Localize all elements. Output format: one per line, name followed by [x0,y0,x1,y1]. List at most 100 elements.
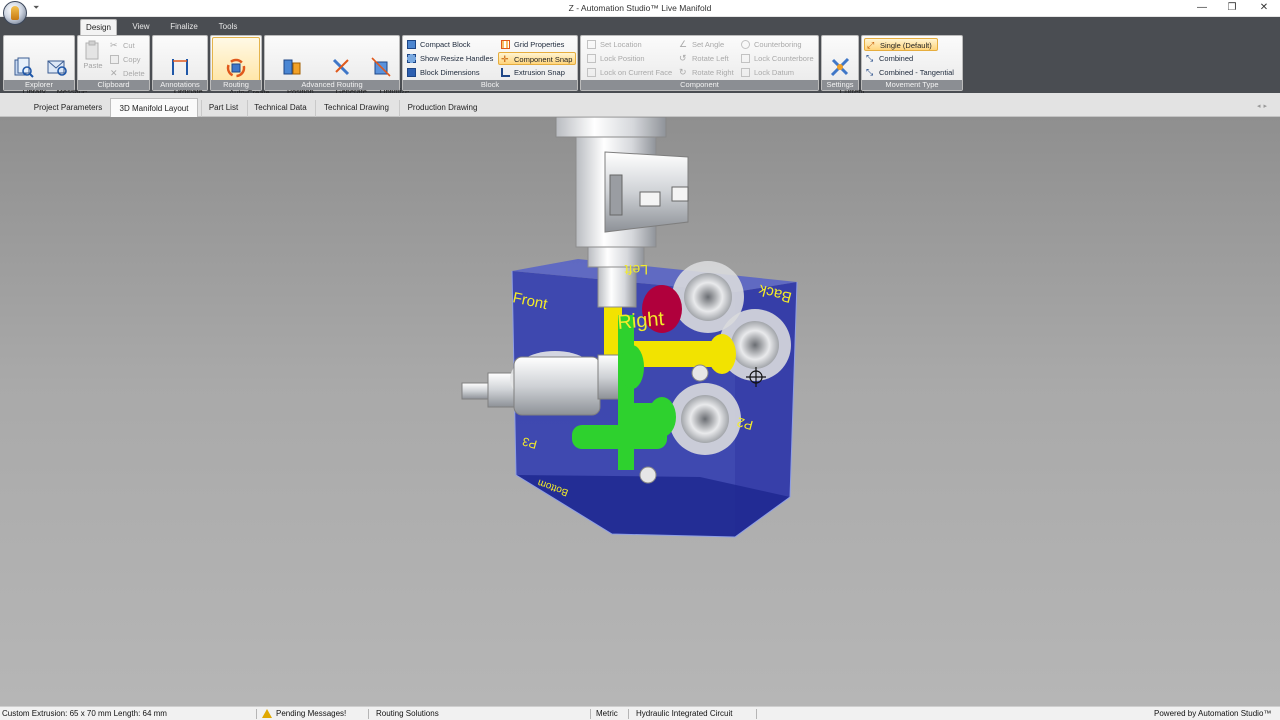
3d-viewport[interactable]: Front Left Right Back P2 P3 Bottom [0,117,1280,706]
ribbon: Library Explorer Message Explorer Explor… [0,35,1280,105]
counterboring-icon [741,40,750,49]
generate-channels-button[interactable]: Generate Channels ▾ [319,37,367,104]
block-dimensions-icon [407,68,416,77]
delete-icon: ✕ [110,68,118,78]
show-resize-handles-button[interactable]: Show Resize Handles [405,52,493,65]
paste-label: Paste [83,61,103,70]
single-default-option[interactable]: ⤢ Single (Default) [864,38,938,51]
component-snap-label: Component Snap [514,55,573,64]
back-port-low[interactable] [669,383,741,455]
group-caption-explorer: Explorer [4,80,74,90]
extrusion-snap-button[interactable]: Extrusion Snap [499,66,565,79]
block-dimensions-button[interactable]: Block Dimensions [405,66,480,79]
auto-create-block-button[interactable]: Auto-Create Block [212,37,270,105]
title-bar: ⏷ Z - Automation Studio™ Live Manifold —… [0,0,1280,17]
component-snap-button[interactable]: ✛ Component Snap [498,52,576,65]
paste-button[interactable]: Paste [80,37,106,82]
set-location-icon [587,40,596,49]
tab-scroll-arrows[interactable]: ◂▸ [1257,102,1270,110]
minimize-button[interactable]: — [1187,0,1217,16]
component-snap-icon: ✛ [501,54,509,64]
lock-datum-button[interactable]: Lock Datum [739,66,794,79]
lock-counterbore-label: Lock Counterbore [754,54,814,63]
set-location-label: Set Location [600,40,642,49]
cut-button[interactable]: ✂ Cut [108,39,135,52]
document-tab-bar: Project Parameters 3D Manifold Layout Pa… [0,93,1280,117]
block-dimensions-label: Block Dimensions [420,68,480,77]
tab-design[interactable]: Design [80,19,117,35]
set-location-button[interactable]: Set Location [585,38,642,51]
lock-counterbore-button[interactable]: Lock Counterbore [739,52,814,65]
combined-movement-icon: ⤡ [866,53,874,63]
tab-technical-drawing[interactable]: Technical Drawing [315,100,397,117]
rotate-right-button[interactable]: ↻ Rotate Right [677,66,734,79]
ordinate-dimensions-button[interactable]: Ordinate Dimensions ▾ [154,37,206,104]
combined-option[interactable]: ⤡ Combined [864,52,913,65]
tab-technical-data[interactable]: Technical Data [247,100,313,117]
compact-block-label: Compact Block [420,40,471,49]
tab-part-list[interactable]: Part List [201,100,245,117]
copy-icon [110,55,119,64]
group-caption-block: Block [403,80,577,90]
rotate-right-label: Rotate Right [692,68,734,77]
current-options-button[interactable]: Current Options [823,37,865,104]
cut-label: Cut [123,41,135,50]
grid-properties-button[interactable]: Grid Properties [499,38,564,51]
group-component: Set Location Lock Position Lock on Curre… [580,35,819,91]
extrusion-snap-label: Extrusion Snap [514,68,565,77]
lock-current-face-button[interactable]: Lock on Current Face [585,66,672,79]
lock-position-button[interactable]: Lock Position [585,52,645,65]
lock-datum-label: Lock Datum [754,68,795,77]
lock-position-icon [587,54,596,63]
rotate-left-icon: ↺ [679,53,687,63]
copy-button[interactable]: Copy [108,53,141,66]
routing-solutions[interactable]: Routing Solutions [376,707,439,720]
lock-datum-icon [741,68,750,77]
optimize-block-button[interactable]: Optimize Block ▾ [363,37,409,104]
face-label-right: Right [617,308,666,334]
message-icon [47,60,67,76]
message-explorer-button[interactable]: Message Explorer [40,37,87,104]
app-logo-icon[interactable] [3,1,27,25]
manifold-3d-scene[interactable]: Front Left Right Back P2 P3 Bottom [0,117,1280,706]
warning-icon [262,709,272,718]
delete-label: Delete [123,69,145,78]
lock-position-label: Lock Position [600,54,645,63]
status-extrusion: Custom Extrusion: 65 x 70 mm Length: 64 … [2,709,167,718]
group-caption-settings: Settings [822,80,858,90]
resize-handles-icon [407,54,416,63]
maximize-button[interactable]: ❐ [1217,0,1247,16]
group-caption-component: Component [581,80,818,90]
tab-view[interactable]: View [125,19,157,35]
counterboring-label: Counterboring [754,40,802,49]
counterboring-button[interactable]: Counterboring [739,38,802,51]
rotate-left-button[interactable]: ↺ Rotate Left [677,52,729,65]
group-caption-clipboard: Clipboard [78,80,149,90]
tab-3d-manifold-layout[interactable]: 3D Manifold Layout [110,98,198,117]
compact-block-button[interactable]: Compact Block [405,38,470,51]
tab-production-drawing[interactable]: Production Drawing [399,100,485,117]
status-bar: Custom Extrusion: 65 x 70 mm Length: 64 … [0,706,1280,720]
delete-button[interactable]: ✕ Delete [108,67,145,80]
ribbon-tab-bar: Design View Finalize Tools [0,17,1280,35]
group-block: Compact Block Show Resize Handles Block … [402,35,578,91]
group-routing: Auto-Create Block Routing [210,35,270,105]
library-icon [14,57,34,78]
group-clipboard: Paste ✂ Cut Copy ✕ Delete Clipboard [77,35,150,91]
set-angle-button[interactable]: ∠ Set Angle [677,38,724,51]
set-angle-icon: ∠ [679,39,688,49]
pending-messages-label: Pending Messages! [276,709,347,718]
tab-finalize[interactable]: Finalize [165,19,203,35]
position-components-button[interactable]: Position Components ▾ [266,37,318,104]
library-explorer-button[interactable]: Library Explorer [6,37,46,104]
combined-tangential-option[interactable]: ⤡ Combined - Tangential [864,66,954,79]
copy-label: Copy [123,55,141,64]
extrusion-snap-icon [501,68,510,77]
close-button[interactable]: ✕ [1249,0,1279,16]
grid-icon [501,40,510,49]
pending-messages[interactable]: Pending Messages! [262,707,346,720]
tab-project-parameters[interactable]: Project Parameters [28,100,108,117]
generate-channels-icon [332,58,350,76]
combined-label: Combined [879,54,914,63]
tab-tools[interactable]: Tools [211,19,245,35]
